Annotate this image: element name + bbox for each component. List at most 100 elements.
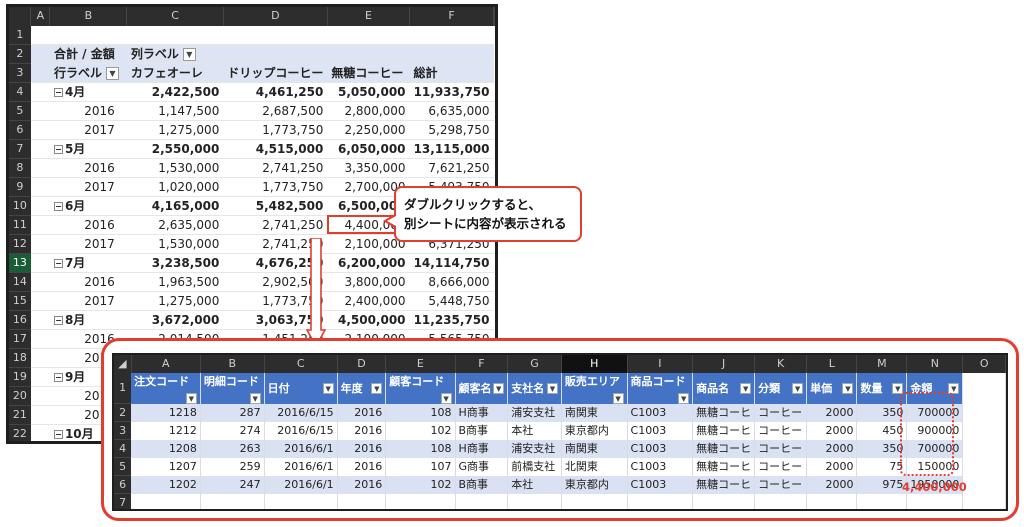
- select-all-corner[interactable]: [9, 7, 32, 26]
- dropdown-icon[interactable]: ▼: [892, 382, 904, 394]
- pivot-year-label[interactable]: 2016: [49, 101, 127, 121]
- collapse-icon[interactable]: −: [53, 258, 63, 268]
- table-cell[interactable]: 本社: [507, 475, 562, 494]
- row-header-7[interactable]: 7: [114, 493, 132, 509]
- pivot-row-label-cell[interactable]: 行ラベル ▼: [49, 63, 127, 83]
- pivot-year-value[interactable]: 2,635,000: [126, 215, 224, 235]
- collapse-icon[interactable]: −: [53, 372, 63, 382]
- table-cell[interactable]: コーヒー: [754, 421, 808, 440]
- table-cell[interactable]: 南関東: [561, 403, 628, 422]
- pivot-year-value[interactable]: 1,020,000: [126, 177, 224, 197]
- row-header-18[interactable]: 18: [9, 348, 31, 368]
- pivot-year-value[interactable]: 1,147,500: [126, 101, 224, 121]
- pivot-header-blank[interactable]: [327, 44, 410, 64]
- row-header-3[interactable]: 3: [114, 421, 132, 440]
- table-cell[interactable]: C1003: [627, 403, 694, 422]
- row-header-12[interactable]: 12: [9, 234, 31, 254]
- pivot-year-value[interactable]: 1,275,000: [126, 120, 224, 140]
- table-cell[interactable]: 東京都内: [561, 475, 628, 494]
- table-cell[interactable]: 2000: [806, 439, 858, 458]
- empty-cell[interactable]: [561, 493, 628, 509]
- pivot-month-value[interactable]: 6,050,000: [327, 138, 410, 159]
- pivot-month-value[interactable]: 3,672,000: [126, 309, 224, 330]
- table-cell[interactable]: 1218: [131, 403, 201, 422]
- cell-a7[interactable]: [30, 138, 50, 159]
- cell-a10[interactable]: [30, 195, 50, 216]
- table-cell[interactable]: 2000: [806, 475, 858, 494]
- empty-cell[interactable]: [455, 493, 509, 509]
- row-header-5[interactable]: 5: [9, 101, 31, 121]
- column-header-G[interactable]: G: [507, 355, 562, 373]
- column-header-F[interactable]: F: [455, 355, 509, 373]
- table-cell[interactable]: 浦安支社: [507, 439, 562, 458]
- cell-a3[interactable]: [30, 63, 50, 83]
- cell-a14[interactable]: [30, 272, 50, 292]
- pivot-year-label[interactable]: 2016: [49, 215, 127, 235]
- pivot-month-value[interactable]: 3,238,500: [126, 252, 224, 273]
- table-cell[interactable]: 108: [385, 439, 456, 458]
- table-cell[interactable]: 南関東: [561, 439, 628, 458]
- dropdown-icon[interactable]: ▼: [792, 382, 804, 394]
- table-cell[interactable]: 無糖コーヒ: [692, 421, 756, 440]
- pivot-year-value[interactable]: 1,963,500: [126, 272, 224, 292]
- pivot-year-value[interactable]: 1,773,750: [223, 120, 328, 140]
- empty-cell[interactable]: [754, 493, 808, 509]
- empty-cell[interactable]: [806, 493, 858, 509]
- pivot-year-value[interactable]: 2,400,000: [327, 291, 410, 311]
- dropdown-icon[interactable]: ▼: [612, 392, 624, 404]
- table-cell[interactable]: 2000: [806, 457, 858, 476]
- table-cell[interactable]: コーヒー: [754, 439, 808, 458]
- table-cell[interactable]: [962, 439, 1006, 458]
- table-cell[interactable]: [962, 421, 1006, 440]
- table-header-cell[interactable]: 商品コード ▼: [627, 372, 694, 404]
- table-cell[interactable]: 107: [385, 457, 456, 476]
- dropdown-icon[interactable]: ▼: [185, 392, 197, 404]
- blank-cell[interactable]: [327, 25, 410, 45]
- table-cell[interactable]: 浦安支社: [507, 403, 562, 422]
- table-cell[interactable]: [962, 475, 1006, 494]
- row-header-19[interactable]: 19: [9, 367, 31, 387]
- pivot-month-value[interactable]: 6,200,000: [327, 252, 410, 273]
- empty-cell[interactable]: [264, 493, 338, 509]
- pivot-year-value[interactable]: 6,635,000: [409, 101, 494, 121]
- row-header-7[interactable]: 7: [9, 139, 31, 159]
- column-header-K[interactable]: K: [754, 355, 808, 373]
- table-cell[interactable]: C1003: [627, 439, 694, 458]
- column-header-E[interactable]: E: [327, 7, 411, 26]
- column-header-J[interactable]: J: [692, 355, 756, 373]
- pivot-month-cell[interactable]: −4月: [49, 81, 127, 102]
- row-header-5[interactable]: 5: [114, 457, 132, 476]
- pivot-year-value[interactable]: 3,800,000: [327, 272, 410, 292]
- pivot-month-value[interactable]: 4,515,000: [223, 138, 328, 159]
- row-header-2[interactable]: 2: [114, 403, 132, 422]
- table-cell[interactable]: 前橋支社: [507, 457, 562, 476]
- pivot-year-value[interactable]: 2,741,250: [223, 158, 328, 178]
- cell-a9[interactable]: [30, 177, 50, 197]
- cell-a5[interactable]: [30, 101, 50, 121]
- cell-a18[interactable]: [30, 348, 50, 368]
- row-header-6[interactable]: 6: [9, 120, 31, 140]
- table-cell[interactable]: 108: [385, 403, 456, 422]
- cell-a8[interactable]: [30, 158, 50, 178]
- table-cell[interactable]: 2016/6/15: [264, 421, 338, 440]
- table-cell[interactable]: 102: [385, 421, 456, 440]
- table-header-cell[interactable]: 明細コード ▼: [200, 372, 265, 404]
- table-cell[interactable]: 2016: [337, 475, 387, 494]
- empty-cell[interactable]: [385, 493, 456, 509]
- pivot-month-value[interactable]: 2,422,500: [126, 81, 224, 102]
- row-header-13[interactable]: 13: [9, 253, 31, 273]
- dropdown-icon[interactable]: ▼: [678, 392, 690, 404]
- table-header-cell[interactable]: 販売エリア ▼: [561, 372, 628, 404]
- empty-cell[interactable]: [906, 493, 964, 509]
- pivot-year-label[interactable]: 2016: [49, 272, 127, 292]
- column-header-D[interactable]: D: [337, 355, 387, 373]
- pivot-col-header-1[interactable]: ドリップコーヒー: [223, 63, 328, 83]
- column-header-A[interactable]: A: [30, 7, 51, 26]
- table-cell[interactable]: H商事: [455, 403, 509, 422]
- pivot-year-value[interactable]: 2,687,500: [223, 101, 328, 121]
- row-header-2[interactable]: 2: [9, 44, 31, 64]
- row-header-15[interactable]: 15: [9, 291, 31, 311]
- table-cell[interactable]: 本社: [507, 421, 562, 440]
- table-header-cell[interactable]: 注文コード ▼: [131, 372, 201, 404]
- table-cell[interactable]: コーヒー: [754, 475, 808, 494]
